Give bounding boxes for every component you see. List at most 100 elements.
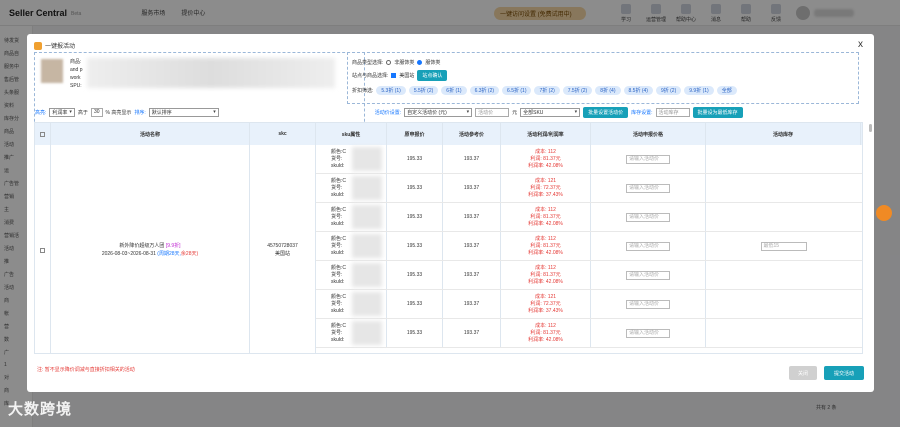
submit-button[interactable]: 提交活动 bbox=[824, 366, 864, 380]
ref-price: 193.37 bbox=[443, 174, 501, 202]
sku-color: 颜色:C bbox=[331, 293, 347, 300]
cost: 成本: 112 bbox=[535, 322, 556, 329]
col-sku-attrs: sku属性 bbox=[316, 123, 387, 145]
activity-price-cell: 请输入活动价 bbox=[591, 145, 706, 173]
activity-price-input[interactable]: 请输入活动价 bbox=[626, 299, 670, 309]
discount-pill[interactable]: 6.3折 (2) bbox=[469, 86, 500, 95]
discount-pill[interactable]: 5.5折 (2) bbox=[408, 86, 439, 95]
activity-period-line: 2026-08-03~2026-08-31 (周期28天,余28天) bbox=[102, 250, 198, 258]
profit-rate: 利润率: 42.08% bbox=[528, 249, 563, 256]
sku-id: skuId: bbox=[331, 220, 345, 227]
sku-color: 颜色:C bbox=[331, 235, 347, 242]
price-setting-label: 活动价设置: bbox=[374, 109, 402, 116]
radio-apparel[interactable] bbox=[417, 60, 423, 65]
discount-pill[interactable]: 9.9折 (1) bbox=[684, 86, 714, 95]
discount-pill-all[interactable]: 全部 bbox=[716, 86, 737, 95]
col-declared-price: 原申报价 bbox=[387, 123, 443, 145]
sku-number: 货号: bbox=[331, 155, 343, 162]
ref-price: 193.37 bbox=[443, 203, 501, 231]
site-confirm-button[interactable]: 站点确认 bbox=[417, 70, 448, 81]
profit-rate: 利润率: 42.08% bbox=[528, 220, 563, 227]
col-activity-price: 活动申报价格 bbox=[591, 123, 706, 145]
activity-price-input[interactable]: 请输入活动价 bbox=[626, 154, 670, 164]
discount-pill[interactable]: 8.5折 (4) bbox=[623, 86, 653, 95]
sort-select[interactable]: 默认排序 bbox=[148, 107, 219, 117]
activity-name: 新外降价超级万人团 bbox=[119, 243, 165, 249]
activity-price-input[interactable]: 请输入活动价 bbox=[626, 241, 670, 251]
skc-cell: 45750728037 美国站 bbox=[250, 145, 316, 353]
sku-color: 颜色:C bbox=[331, 264, 347, 271]
sku-color: 颜色:C bbox=[331, 322, 347, 329]
cost: 成本: 112 bbox=[535, 235, 556, 242]
profit-cell: 成本: 112 利润: 81.37元 利润率: 42.08% bbox=[501, 145, 591, 173]
price-mode-select[interactable]: 自定义活动价 (元) bbox=[404, 107, 473, 117]
close-icon[interactable]: x bbox=[858, 39, 863, 50]
profit: 利润: 72.37元 bbox=[530, 300, 561, 307]
discount-pill[interactable]: 6.5折 (1) bbox=[502, 86, 532, 95]
activity-price-input[interactable]: 请输入活动价 bbox=[626, 328, 670, 338]
threshold-input[interactable]: 30 bbox=[90, 107, 103, 117]
activity-icon bbox=[34, 41, 42, 50]
select-all-cell bbox=[35, 123, 51, 145]
discount-pill[interactable]: 9折 (2) bbox=[655, 86, 682, 95]
batch-stock-button[interactable]: 批量设为最低库存 bbox=[692, 106, 743, 118]
sku-attr-blurred bbox=[352, 234, 382, 258]
sku-id: skuId: bbox=[331, 307, 345, 314]
highlight-metric-select[interactable]: 利润率 bbox=[49, 107, 75, 117]
row-checkbox[interactable] bbox=[40, 247, 45, 253]
profit-rate: 利润率: 42.08% bbox=[528, 336, 563, 343]
discount-pill[interactable]: 7折 (2) bbox=[534, 86, 560, 95]
ref-price: 193.37 bbox=[443, 290, 501, 318]
profit-rate: 利润率: 37.43% bbox=[528, 307, 563, 314]
cost: 成本: 121 bbox=[534, 293, 557, 300]
activity-price-input[interactable]: 请输入活动价 bbox=[626, 212, 670, 222]
profit: 利润: 81.37元 bbox=[530, 155, 561, 162]
price-input[interactable]: 活动价 bbox=[475, 107, 510, 117]
declared-price: 195.33 bbox=[387, 145, 443, 173]
discount-pill[interactable]: 7.5折 (2) bbox=[562, 86, 593, 95]
row-checkbox-cell bbox=[35, 145, 51, 353]
discount-label: 折扣筛选: bbox=[352, 88, 374, 94]
profit-cell: 成本: 112 利润: 81.37元 利润率: 42.08% bbox=[501, 232, 591, 260]
stock-cell bbox=[706, 174, 861, 202]
sku-select[interactable]: 全部SKU bbox=[520, 107, 581, 117]
activity-price-input[interactable]: 请输入活动价 bbox=[626, 270, 670, 280]
us-site-checkbox[interactable] bbox=[391, 73, 397, 78]
float-assistant-icon[interactable] bbox=[876, 205, 892, 221]
select-all-checkbox[interactable] bbox=[40, 131, 45, 137]
product-line: work bbox=[70, 75, 81, 81]
activity-days: (周期28天, bbox=[157, 251, 181, 257]
apparel-label: 服饰类 bbox=[425, 60, 441, 66]
profit-rate: 利润率: 42.08% bbox=[528, 162, 563, 169]
site-row: 站点与商品选择: 美国站 站点确认 bbox=[352, 69, 854, 82]
table-row: 颜色:C 货号: skuId: 195.33 193.37 成本: 121 利润: 7… bbox=[316, 290, 862, 319]
activity-price-cell: 请输入活动价 bbox=[591, 290, 706, 318]
declared-price: 195.33 bbox=[387, 319, 443, 347]
sku-number: 货号: bbox=[331, 300, 343, 307]
sku-attr-cell: 颜色:C 货号: skuId: bbox=[316, 261, 387, 289]
product-thumbnail bbox=[41, 59, 63, 83]
profit-cell: 成本: 112 利润: 81.37元 利润率: 42.08% bbox=[501, 319, 591, 347]
discount-pill[interactable]: 6折 (1) bbox=[441, 86, 467, 95]
close-button[interactable]: 关闭 bbox=[789, 366, 817, 380]
table-scrollbar[interactable] bbox=[869, 124, 872, 132]
radio-non-apparel[interactable] bbox=[386, 60, 392, 65]
declared-price: 195.33 bbox=[387, 261, 443, 289]
batch-price-button[interactable]: 批量设置活动价 bbox=[583, 106, 629, 118]
sku-number: 货号: bbox=[331, 329, 343, 336]
sku-id: skuId: bbox=[331, 336, 345, 343]
sku-number: 货号: bbox=[331, 271, 343, 278]
product-info: 商品: and p work SPU: bbox=[70, 58, 83, 90]
table-row: 颜色:C 货号: skuId: 195.33 193.37 成本: 112 利润: 8… bbox=[316, 261, 862, 290]
modal-title: 一键报活动 bbox=[34, 41, 75, 50]
control-bar: 高亮: 利润率 高于 30 % 高亮显示 排序: 默认排序 活动价设置: 自定义… bbox=[35, 106, 865, 118]
ref-price: 193.37 bbox=[443, 145, 501, 173]
activity-price-cell: 请输入活动价 bbox=[591, 319, 706, 347]
stock-input[interactable]: 活动库存 bbox=[655, 107, 690, 117]
discount-pill[interactable]: 5.3折 (1) bbox=[376, 86, 406, 95]
sku-color: 颜色:C bbox=[331, 177, 347, 184]
discount-pill[interactable]: 8折 (4) bbox=[595, 86, 621, 95]
activity-price-input[interactable]: 请输入活动价 bbox=[626, 183, 670, 193]
activity-stock-input[interactable]: 最低15 bbox=[760, 241, 807, 251]
stock-cell bbox=[706, 203, 861, 231]
